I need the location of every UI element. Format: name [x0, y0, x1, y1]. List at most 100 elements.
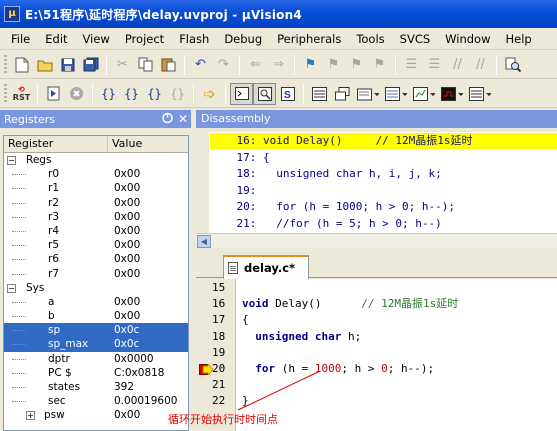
- disassembly-line[interactable]: 21: //for (h = 5; h > 0; h--): [210, 216, 557, 232]
- menu-view[interactable]: View: [76, 29, 118, 49]
- menu-svcs[interactable]: SVCS: [393, 29, 439, 49]
- registers-window-icon[interactable]: [308, 83, 331, 105]
- auto-hide-pin-icon[interactable]: [159, 112, 175, 126]
- indent-icon[interactable]: ☰: [400, 54, 423, 76]
- register-row[interactable]: sp_max 0x0c: [4, 337, 188, 352]
- bookmark-next-icon[interactable]: ⚑: [345, 54, 368, 76]
- paste-icon[interactable]: [157, 54, 180, 76]
- disassembly-window-icon[interactable]: [253, 82, 276, 105]
- stop-icon[interactable]: [65, 83, 88, 105]
- nav-back-icon[interactable]: ⇐: [244, 54, 267, 76]
- register-value[interactable]: 0.00019600: [110, 394, 188, 408]
- register-value[interactable]: 0x0c: [110, 323, 188, 337]
- menu-project[interactable]: Project: [118, 29, 172, 49]
- bookmark-clear-icon[interactable]: ⚑: [368, 54, 391, 76]
- register-value[interactable]: 0x0000: [110, 352, 188, 366]
- disassembly-line[interactable]: 18: unsigned char h, i, j, k;: [210, 166, 557, 182]
- code-line[interactable]: 17 {: [196, 312, 557, 328]
- uvision-app-icon[interactable]: µ: [4, 6, 20, 22]
- disassembly-current-line[interactable]: 16: void Delay() // 12M晶振1s延时: [210, 133, 557, 149]
- close-icon[interactable]: ✕: [175, 112, 191, 126]
- code-line[interactable]: 15: [196, 280, 557, 296]
- register-value[interactable]: C:0x0818: [110, 366, 188, 380]
- register-row[interactable]: r2 0x00: [4, 196, 188, 210]
- tree-collapse-icon[interactable]: −: [7, 156, 16, 165]
- toolbar-grip[interactable]: [4, 83, 7, 104]
- register-row[interactable]: r4 0x00: [4, 224, 188, 238]
- register-row[interactable]: − Sys: [4, 281, 188, 295]
- register-row[interactable]: PC $ C:0x0818: [4, 366, 188, 380]
- register-value[interactable]: 0x00: [110, 224, 188, 238]
- menu-peripherals[interactable]: Peripherals: [270, 29, 349, 49]
- tab-delay-c[interactable]: delay.c*: [223, 255, 309, 279]
- register-value[interactable]: [110, 281, 188, 295]
- code-area[interactable]: 15 16 void Delay() // 12M晶振1s延时 17 {18 unsig…: [196, 279, 557, 431]
- register-value[interactable]: 0x00: [110, 295, 188, 309]
- code-line[interactable]: 21: [196, 377, 557, 393]
- cut-icon[interactable]: ✂: [111, 54, 134, 76]
- new-file-icon[interactable]: [10, 54, 33, 76]
- register-value[interactable]: 392: [110, 380, 188, 394]
- step-into-icon[interactable]: {}: [97, 83, 120, 105]
- nav-forward-icon[interactable]: ⇒: [267, 54, 290, 76]
- memory-window-icon[interactable]: [382, 83, 410, 105]
- find-in-files-icon[interactable]: [501, 54, 524, 76]
- register-row[interactable]: a 0x00: [4, 295, 188, 309]
- tree-expand-icon[interactable]: +: [26, 411, 35, 421]
- code-line[interactable]: 19: [196, 345, 557, 361]
- save-icon[interactable]: [56, 54, 79, 76]
- register-row[interactable]: sec 0.00019600: [4, 394, 188, 408]
- menu-help[interactable]: Help: [499, 29, 540, 49]
- register-row[interactable]: r5 0x00: [4, 238, 188, 252]
- column-header-register[interactable]: Register: [4, 136, 108, 152]
- bookmark-insert-icon[interactable]: ⚑: [299, 54, 322, 76]
- run-icon[interactable]: [42, 83, 65, 105]
- code-line[interactable]: 20 for (h = 1000; h > 0; h--);: [196, 361, 557, 377]
- unindent-icon[interactable]: ☰: [423, 54, 446, 76]
- tree-collapse-icon[interactable]: −: [7, 283, 16, 293]
- register-value[interactable]: 0x00: [110, 167, 188, 181]
- register-value[interactable]: 0x00: [110, 267, 188, 281]
- register-value[interactable]: 0x0c: [110, 337, 188, 351]
- register-row[interactable]: − Regs: [4, 153, 188, 167]
- register-value[interactable]: 0x00: [110, 210, 188, 224]
- register-row[interactable]: states 392: [4, 380, 188, 394]
- register-value[interactable]: 0x00: [110, 252, 188, 266]
- step-out-icon[interactable]: {}: [143, 83, 166, 105]
- register-row[interactable]: sp 0x0c: [4, 323, 188, 338]
- step-over-icon[interactable]: {}: [120, 83, 143, 105]
- register-row[interactable]: r7 0x00: [4, 267, 188, 281]
- copy-icon[interactable]: [134, 54, 157, 76]
- redo-icon[interactable]: ↷: [212, 54, 235, 76]
- menu-debug[interactable]: Debug: [217, 29, 270, 49]
- register-value[interactable]: 0x00: [110, 181, 188, 195]
- system-viewer-icon[interactable]: [466, 83, 494, 105]
- symbols-window-icon[interactable]: S: [276, 83, 299, 105]
- code-line[interactable]: 18 unsigned char h;: [196, 329, 557, 345]
- disassembly-line[interactable]: 20: for (h = 1000; h > 0; h--);: [210, 199, 557, 215]
- column-header-value[interactable]: Value: [108, 136, 188, 152]
- menu-edit[interactable]: Edit: [38, 29, 75, 49]
- disassembly-line[interactable]: 17: {: [210, 150, 557, 166]
- menu-tools[interactable]: Tools: [349, 29, 392, 49]
- register-value[interactable]: 0x00: [110, 196, 188, 210]
- register-row[interactable]: r3 0x00: [4, 210, 188, 224]
- register-row[interactable]: r1 0x00: [4, 181, 188, 195]
- watch-window-icon[interactable]: [354, 83, 382, 105]
- toolbar-grip[interactable]: [4, 54, 7, 75]
- code-line[interactable]: 22}: [196, 393, 557, 409]
- register-value[interactable]: 0x00: [110, 238, 188, 252]
- menu-window[interactable]: Window: [438, 29, 498, 49]
- comment-icon[interactable]: //: [446, 54, 469, 76]
- undo-icon[interactable]: ↶: [189, 54, 212, 76]
- save-all-icon[interactable]: [79, 54, 102, 76]
- call-stack-icon[interactable]: [331, 83, 354, 105]
- uncomment-icon[interactable]: //: [469, 54, 492, 76]
- disassembly-line[interactable]: 19:: [210, 183, 557, 199]
- register-value[interactable]: [110, 153, 188, 167]
- register-row[interactable]: + psw 0x00: [4, 408, 188, 422]
- scroll-left-arrow-icon[interactable]: ◀: [197, 235, 211, 248]
- command-window-icon[interactable]: [230, 82, 253, 105]
- disassembly-view[interactable]: 16: void Delay() // 12M晶振1s延时 17: { 18: …: [196, 132, 557, 233]
- bookmark-prev-icon[interactable]: ⚑: [322, 54, 345, 76]
